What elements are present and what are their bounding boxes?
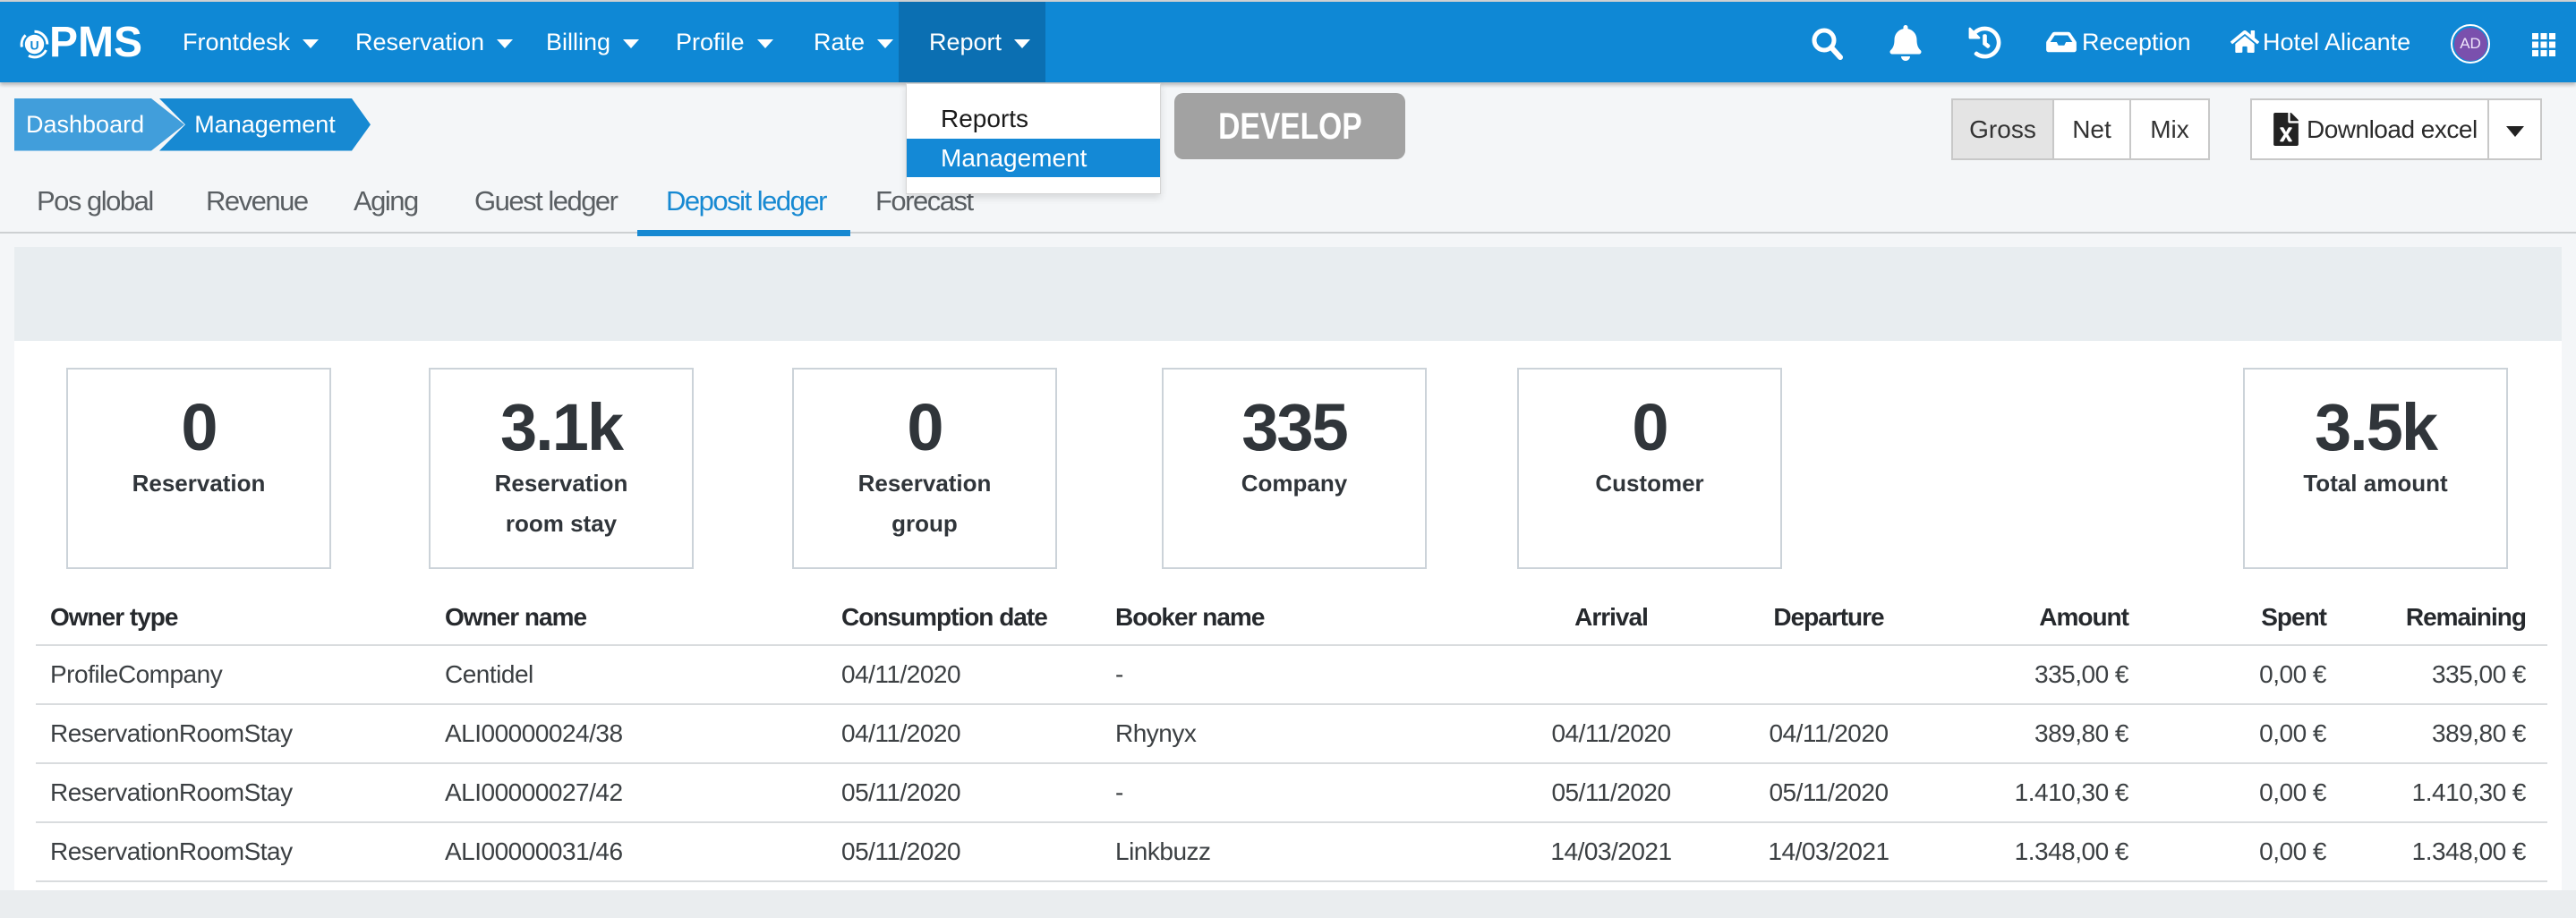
svg-text:U: U bbox=[30, 38, 38, 53]
